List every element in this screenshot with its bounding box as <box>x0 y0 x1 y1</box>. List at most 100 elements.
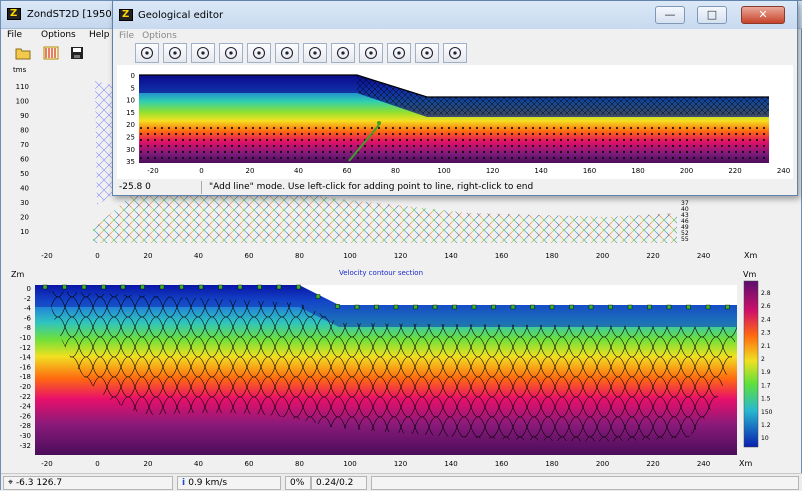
y-tick-label: -6 <box>24 314 32 322</box>
save-icon[interactable] <box>69 46 85 60</box>
geophone-marker <box>276 284 282 290</box>
bottom-y-axis: 0 -2 -4-6 -8 -10 -12 -14-16 -18 -20 -22 -24-26 -28 -… <box>20 285 32 450</box>
geophone-marker <box>530 304 535 310</box>
split-button[interactable] <box>219 43 243 63</box>
add-point-button[interactable] <box>387 43 411 63</box>
bottom-y-unit: Zm <box>11 270 24 279</box>
menu-options[interactable]: Options <box>41 30 76 40</box>
colorbar-tick-label: 2.4 <box>761 316 771 323</box>
add-line-button[interactable] <box>331 43 355 63</box>
geo-window-title: Geological editor <box>138 10 224 21</box>
x-tick-label: 100 <box>343 460 356 468</box>
geophone-marker <box>725 304 730 310</box>
zoom-button[interactable] <box>275 43 299 63</box>
y-tick-label: -28 <box>20 422 31 430</box>
x-tick-label: 120 <box>394 252 407 260</box>
colorbar-tick-label: 2.8 <box>761 290 771 297</box>
circle-button[interactable] <box>163 43 187 63</box>
geophone-marker <box>647 304 652 310</box>
colorbar-tick-label: 1.9 <box>761 369 771 376</box>
status-empty <box>371 476 799 490</box>
x-tick-label: -20 <box>41 460 52 468</box>
geo-menu-options[interactable]: Options <box>142 31 177 41</box>
geophone-marker <box>120 284 126 290</box>
geophone-marker <box>686 304 691 310</box>
shot-labels: 37404346495255 <box>681 200 689 243</box>
main-window-title: ZondST2D [1950_S <box>27 9 124 20</box>
x-tick-label: -20 <box>147 167 158 175</box>
select-button[interactable] <box>135 43 159 63</box>
y-tick-label: -32 <box>20 442 31 450</box>
geo-title-bar[interactable]: Geological editor — □ ✕ <box>113 1 797 29</box>
geophone-marker <box>315 294 321 299</box>
delete-point-button[interactable] <box>415 43 439 63</box>
pan-icon <box>308 46 322 60</box>
geophone-marker <box>335 304 340 309</box>
maximize-icon: □ <box>706 8 718 21</box>
y-tick-label: -26 <box>20 412 32 420</box>
y-tick-label: -2 <box>24 295 31 303</box>
colorbar-tick-label: 2.1 <box>761 343 771 350</box>
geo-toolbar <box>135 43 475 63</box>
x-tick-label: 0 <box>199 167 203 175</box>
x-tick-label: 160 <box>583 167 596 175</box>
y-tick-label: 100 <box>16 98 29 106</box>
add-point-icon <box>392 46 406 60</box>
colorbar-tick-label: 150 <box>761 409 773 416</box>
app-icon <box>7 8 21 20</box>
geo-status-hint: "Add line" mode. Use left-click for addi… <box>209 182 534 192</box>
x-tick-label: 200 <box>596 460 609 468</box>
crosshair-icon: ⌖ <box>8 478 16 488</box>
colorbar-ticks: 2.8 2.6 2.4 2.3 2.1 2 1.9 1.7 1.5 150 1.2 10 <box>761 290 773 442</box>
geophone-marker <box>140 284 145 290</box>
geo-menu-file[interactable]: File <box>119 31 134 41</box>
zoom-icon <box>280 46 294 60</box>
geological-model-plot[interactable]: 0 5 10 15 20 25 30 35 -20 0 20 40 60 80 100 120 140 160 1… <box>117 65 793 179</box>
x-tick-label: 220 <box>728 167 741 175</box>
y-tick-label: 25 <box>126 134 135 142</box>
edit-button[interactable] <box>443 43 467 63</box>
x-tick-label: 60 <box>245 460 254 468</box>
menu-file[interactable]: File <box>7 30 22 40</box>
x-tick-label: 40 <box>194 460 203 468</box>
y-tick-label: -16 <box>20 363 32 371</box>
polygon-icon <box>252 46 266 60</box>
x-tick-label: 80 <box>391 167 400 175</box>
move-point-button[interactable] <box>359 43 383 63</box>
seismic-data-icon[interactable] <box>43 46 59 60</box>
colorbar-tick-label: 1.2 <box>761 422 771 429</box>
x-tick-label: 60 <box>343 167 352 175</box>
y-tick-label: -24 <box>20 403 32 411</box>
status-coords: -6.3 126.7 <box>15 478 63 488</box>
circle-icon <box>168 46 182 60</box>
x-tick-label: 20 <box>144 252 153 260</box>
x-tick-label: 180 <box>545 252 558 260</box>
pan-button[interactable] <box>303 43 327 63</box>
geophone-marker <box>452 304 457 310</box>
velocity-section-plot[interactable]: Zm Velocity contour section 0 -2 -4-6 -8 -10… <box>9 267 799 471</box>
x-tick-label: 240 <box>697 252 710 260</box>
bottom-x-axis: -20 0 20 40 60 80 100 120 140 160 180 200 220 240 <box>41 460 710 468</box>
x-tick-label: 40 <box>194 252 203 260</box>
x-tick-label: 220 <box>646 252 659 260</box>
menu-help[interactable]: Help <box>89 30 110 40</box>
x-tick-label: 180 <box>631 167 644 175</box>
x-tick-label: 0 <box>95 460 99 468</box>
split-icon <box>224 46 238 60</box>
colorbar-tick-label: 10 <box>761 435 769 442</box>
colorbar-tick-label: 2 <box>761 356 765 363</box>
geophone-marker <box>179 284 184 290</box>
rect-button[interactable] <box>191 43 215 63</box>
polygon-button[interactable] <box>247 43 271 63</box>
minimize-button[interactable]: — <box>655 6 685 24</box>
geophone-marker <box>393 304 399 310</box>
status-percent: 0% <box>285 476 311 490</box>
geophone-marker <box>491 304 496 310</box>
move-point-icon <box>364 46 378 60</box>
close-button[interactable]: ✕ <box>741 6 785 24</box>
maximize-button[interactable]: □ <box>697 6 727 24</box>
open-folder-icon[interactable] <box>15 46 31 60</box>
geo-status-bar: -25.8 0 "Add line" mode. Use left-click … <box>115 181 795 195</box>
status-velocity-cell: i 0.9 km/s <box>177 476 281 490</box>
geo-y-axis: 0 5 10 15 20 25 30 35 <box>126 72 135 166</box>
